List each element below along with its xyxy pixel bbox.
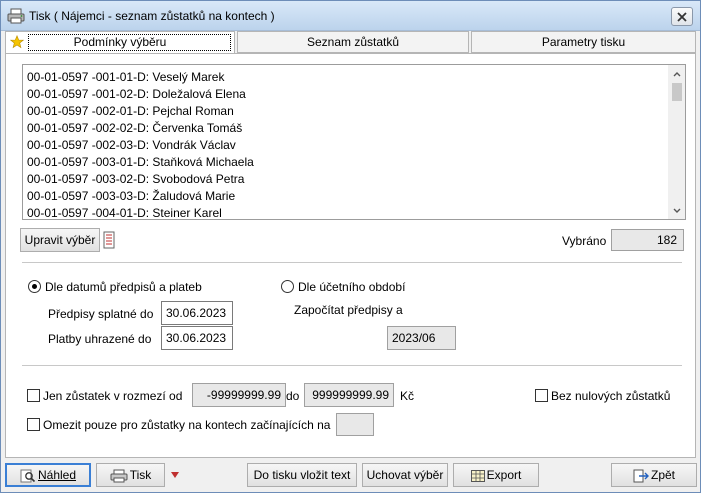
list-item[interactable]: 00-01-0597 -004-01-D: Steiner Karel <box>27 205 668 219</box>
close-icon <box>677 11 687 22</box>
magnifier-icon <box>20 469 36 483</box>
printer-icon <box>110 469 128 483</box>
by-dates-radio[interactable] <box>28 280 41 293</box>
printer-icon <box>7 8 25 24</box>
by-dates-label: Dle datumů předpisů a plateb <box>45 280 202 294</box>
list-rows: 00-01-0597 -001-01-D: Veselý Marek 00-01… <box>23 65 668 219</box>
chevron-up-icon <box>673 71 680 76</box>
spreadsheet-icon <box>470 469 485 482</box>
no-zero-label: Bez nulových zůstatků <box>551 389 671 403</box>
range-to-input[interactable] <box>304 383 394 407</box>
save-selection-button[interactable]: Uchovat výběr <box>362 463 448 487</box>
range-from-input[interactable] <box>192 383 286 407</box>
print-dialog-window: Tisk ( Nájemci - seznam zůstatků na kont… <box>0 0 701 493</box>
preview-button[interactable]: Náhled <box>5 463 91 487</box>
list-item[interactable]: 00-01-0597 -002-03-D: Vondrák Václav <box>27 137 668 154</box>
selected-count-value: 182 <box>611 229 684 251</box>
print-button[interactable]: Tisk <box>96 463 165 487</box>
tab-focus-rect <box>28 34 231 51</box>
list-item[interactable]: 00-01-0597 -003-01-D: Staňková Michaela <box>27 154 668 171</box>
back-button[interactable]: Zpět <box>611 463 697 487</box>
preview-label: Náhled <box>37 468 77 482</box>
prefix-label: Omezit pouze pro zůstatky na kontech zač… <box>43 418 331 432</box>
list-item[interactable]: 00-01-0597 -003-03-D: Žaludová Marie <box>27 188 668 205</box>
tab-panel: 00-01-0597 -001-01-D: Veselý Marek 00-01… <box>5 53 696 458</box>
close-button[interactable] <box>671 7 693 26</box>
vertical-scrollbar[interactable] <box>668 65 685 219</box>
scroll-up-button[interactable] <box>668 65 685 82</box>
selected-count-label: Vybráno <box>562 234 607 248</box>
tab-label: Seznam zůstatků <box>306 35 400 49</box>
currency-label: Kč <box>400 389 415 403</box>
separator <box>22 365 682 366</box>
no-zero-checkbox[interactable] <box>535 389 548 402</box>
scroll-thumb[interactable] <box>672 83 682 101</box>
chevron-down-icon <box>673 208 680 213</box>
list-item[interactable]: 00-01-0597 -002-02-D: Červenka Tomáš <box>27 120 668 137</box>
edit-selection-button[interactable]: Upravit výběr <box>20 228 100 252</box>
list-item[interactable]: 00-01-0597 -001-01-D: Veselý Marek <box>27 69 668 86</box>
prefix-checkbox[interactable] <box>27 418 40 431</box>
print-dropdown-arrow-icon[interactable] <box>170 471 180 479</box>
insert-text-button[interactable]: Do tisku vložit text <box>247 463 357 487</box>
back-label: Zpět <box>650 468 675 482</box>
export-label: Export <box>486 468 522 482</box>
tab-strip: Podmínky výběru Seznam zůstatků Parametr… <box>5 31 696 54</box>
range-checkbox[interactable] <box>27 389 40 402</box>
range-to-label: do <box>286 389 300 403</box>
tenant-listbox[interactable]: 00-01-0597 -001-01-D: Veselý Marek 00-01… <box>22 64 686 220</box>
due-date-input[interactable] <box>161 301 233 325</box>
print-label: Tisk <box>129 468 152 482</box>
list-item[interactable]: 00-01-0597 -001-02-D: Doležalová Elena <box>27 86 668 103</box>
title-bar[interactable]: Tisk ( Nájemci - seznam zůstatků na kont… <box>1 1 700 31</box>
separator <box>22 262 682 263</box>
tab-seznam-zustatku[interactable]: Seznam zůstatků <box>237 31 469 53</box>
by-period-label: Dle účetního období <box>298 280 406 294</box>
export-button[interactable]: Export <box>453 463 539 487</box>
tab-podminky-vyberu[interactable]: Podmínky výběru <box>5 31 235 54</box>
paid-date-label: Platby uhrazené do <box>48 332 152 346</box>
include-prescriptions-label: Započítat předpisy a <box>294 303 403 317</box>
period-input[interactable] <box>387 326 456 350</box>
tab-label: Parametry tisku <box>541 35 626 49</box>
window-title: Tisk ( Nájemci - seznam zůstatků na kont… <box>29 9 275 23</box>
range-label: Jen zůstatek v rozmezí od <box>43 389 183 403</box>
prefix-input[interactable] <box>336 413 374 436</box>
by-period-radio[interactable] <box>281 280 294 293</box>
exit-door-icon <box>633 469 649 483</box>
list-options-icon[interactable] <box>103 231 115 249</box>
paid-date-input[interactable] <box>161 326 233 350</box>
due-date-label: Předpisy splatné do <box>48 307 154 321</box>
scroll-down-button[interactable] <box>668 202 685 219</box>
tab-parametry-tisku[interactable]: Parametry tisku <box>471 31 696 53</box>
list-item[interactable]: 00-01-0597 -002-01-D: Pejchal Roman <box>27 103 668 120</box>
list-item[interactable]: 00-01-0597 -003-02-D: Svobodová Petra <box>27 171 668 188</box>
star-icon <box>10 35 24 49</box>
